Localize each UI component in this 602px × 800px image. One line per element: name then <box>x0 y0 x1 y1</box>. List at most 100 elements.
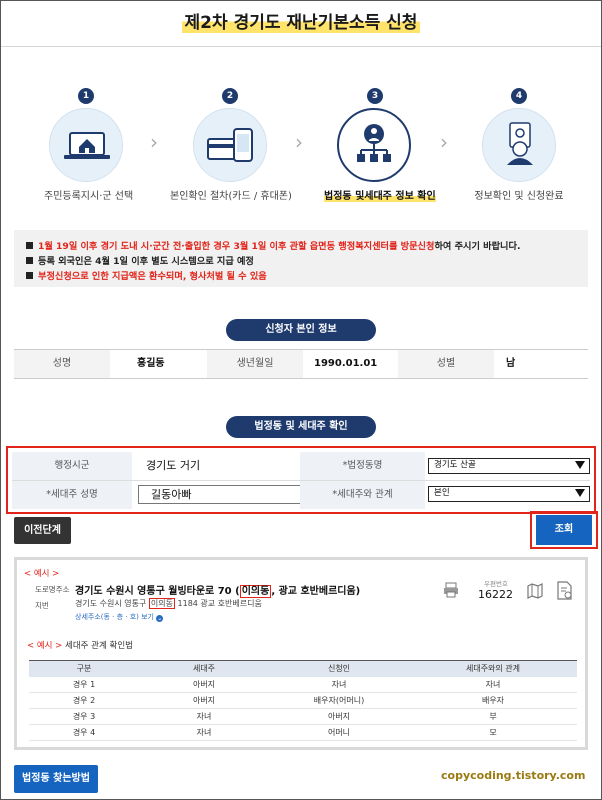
step-2-circle <box>193 108 267 182</box>
relation-table: 구분 세대주 신청인 세대주와의 관계 경우 1 아버지 자녀 자녀 경우 2 … <box>29 660 577 741</box>
table-cell: 자녀 <box>409 676 577 693</box>
road-address-highlight: 이의동 <box>239 585 272 598</box>
form-row-1: 행정시군 경기도 거기 *법정동명 경기도 산골 <box>12 452 590 481</box>
table-header: 세대주 <box>139 660 269 677</box>
card-phone-icon <box>207 128 253 162</box>
table-cell: 경우 4 <box>29 724 139 741</box>
name-label: 성명 <box>14 350 110 378</box>
applicant-section-title: 신청자 본인 정보 <box>226 319 376 341</box>
head-name-input[interactable]: 길동아빠 <box>138 485 301 504</box>
search-button-highlight: 조회 <box>530 511 598 549</box>
household-section-title: 법정동 및 세대주 확인 <box>226 416 376 438</box>
road-address-prefix: 경기도 수원시 영통구 월빙타운로 70 ( <box>75 586 240 597</box>
road-address-suffix: , 광교 호반베르디움) <box>271 586 361 597</box>
table-cell: 아버지 <box>269 708 409 725</box>
relation-select-value: 본인 <box>434 488 450 498</box>
birth-value: 1990.01.01 <box>314 358 378 369</box>
page-title: 제2차 경기도 재난기본소득 신청 <box>181 8 421 33</box>
head-name-label: *세대주 성명 <box>12 481 132 509</box>
jibun-suffix: 1184 광교 호반베르디움 <box>174 599 262 608</box>
jibun-prefix: 경기도 수원시 영통구 <box>75 599 149 608</box>
jibun-label: 지번 <box>35 601 49 610</box>
step-4-number: 4 <box>511 88 527 104</box>
table-cell: 아버지 <box>139 676 269 693</box>
table-cell: 모 <box>409 724 577 741</box>
form-row-2: *세대주 성명 길동아빠 *세대주와 관계 본인 <box>12 481 590 510</box>
printer-icon <box>443 582 459 601</box>
bullet-square-icon <box>26 272 33 279</box>
relation-guide-title: < 예시 > 세대주 관계 확인법 <box>27 639 133 651</box>
notice-line-2: 등록 외국인은 4월 1일 이후 별도 시스템으로 지급 예정 <box>26 254 576 269</box>
table-row: 경우 4 자녀 어머니 모 <box>29 724 577 741</box>
step-1-label: 주민등록지시·군 선택 <box>44 191 134 202</box>
dropdown-arrow-icon <box>575 461 585 469</box>
zip-code-value: 16222 <box>478 588 513 601</box>
table-cell: 경우 3 <box>29 708 139 725</box>
birth-label: 생년월일 <box>207 350 303 378</box>
step-3-circle <box>337 108 411 182</box>
step-1-number: 1 <box>78 88 94 104</box>
dong-label: *법정동명 <box>300 452 425 480</box>
header-divider <box>1 46 601 47</box>
search-button[interactable]: 조회 <box>536 515 592 545</box>
document-settings-icon <box>556 581 574 604</box>
step-2-label: 본인확인 절차(카드 / 휴대폰) <box>170 191 292 202</box>
district-value: 경기도 거기 <box>146 459 201 472</box>
relation-guide-tag: < 예시 > <box>27 641 63 651</box>
step-3-label: 법정동 및세대주 정보 확인 <box>324 187 436 202</box>
road-address-label: 도로명주소 <box>35 585 70 594</box>
table-cell: 자녀 <box>269 676 409 693</box>
dong-select[interactable]: 경기도 산골 <box>428 458 590 474</box>
district-label: 행정시군 <box>12 452 132 480</box>
table-row: 경우 1 아버지 자녀 자녀 <box>29 676 577 693</box>
gender-label: 성별 <box>398 350 494 378</box>
table-cell: 경우 2 <box>29 692 139 709</box>
prev-step-button[interactable]: 이전단계 <box>14 517 71 544</box>
step-3-number: 3 <box>367 88 383 104</box>
applicant-info-row: 성명 홍길동 생년월일 1990.01.01 성별 남 <box>14 349 588 379</box>
dropdown-arrow-icon <box>575 489 585 497</box>
watermark: copycoding.tistory.com <box>441 769 586 782</box>
relation-label: *세대주와 관계 <box>300 481 425 509</box>
step-1-circle <box>49 108 123 182</box>
step-2-number: 2 <box>222 88 238 104</box>
gender-value: 남 <box>506 358 516 369</box>
bullet-square-icon <box>26 242 33 249</box>
person-document-icon <box>507 122 533 165</box>
relation-select[interactable]: 본인 <box>428 486 590 502</box>
chevron-down-icon: ⌄ <box>156 615 164 622</box>
table-cell: 어머니 <box>269 724 409 741</box>
table-cell: 자녀 <box>139 724 269 741</box>
notice-line-3-text: 부정신청으로 인한 지급액은 환수되며, 형사처벌 될 수 있음 <box>38 271 267 282</box>
notice-line-1: 1월 19일 이후 경기 도내 시·군간 전·출입한 경우 3월 1일 이후 관… <box>26 239 576 254</box>
example-tag: < 예시 > <box>24 569 60 579</box>
map-icon <box>526 582 544 603</box>
example-panel: < 예시 > 도로명주소 경기도 수원시 영통구 월빙타운로 70 (이의동, … <box>14 557 588 750</box>
table-header-row: 구분 세대주 신청인 세대주와의 관계 <box>29 660 577 677</box>
jibun-address: 경기도 수원시 영통구 이의동 1184 광교 호반베르디움 <box>75 598 262 609</box>
table-cell: 부 <box>409 708 577 725</box>
step-4-label: 정보확인 및 신청완료 <box>474 191 564 202</box>
org-chart-person-icon <box>357 124 391 162</box>
relation-guide-text: 세대주 관계 확인법 <box>62 641 133 651</box>
table-cell: 경우 1 <box>29 676 139 693</box>
notice-box: 1월 19일 이후 경기 도내 시·군간 전·출입한 경우 3월 1일 이후 관… <box>14 230 588 287</box>
table-row: 경우 2 아버지 배우자(어머니) 배우자 <box>29 692 577 709</box>
table-cell: 아버지 <box>139 692 269 709</box>
road-address: 경기도 수원시 영통구 월빙타운로 70 (이의동, 광교 호반베르디움) <box>75 582 361 598</box>
find-dong-button[interactable]: 법정동 찾는방법 <box>14 765 98 793</box>
chevron-right-icon: › <box>440 130 448 154</box>
table-cell: 자녀 <box>139 708 269 725</box>
notice-line-1-dark: 하여 주시기 바랍니다. <box>434 241 521 252</box>
chevron-right-icon: › <box>150 130 158 154</box>
table-cell: 배우자 <box>409 692 577 709</box>
table-header: 신청인 <box>269 660 409 677</box>
detail-address-link[interactable]: 상세주소(동 · 층 · 호) 보기 ⌄ <box>75 612 164 622</box>
table-cell: 배우자(어머니) <box>269 692 409 709</box>
jibun-highlight: 이의동 <box>148 598 175 609</box>
table-row: 경우 3 자녀 아버지 부 <box>29 708 577 725</box>
step-4-circle <box>482 108 556 182</box>
notice-line-1-red: 1월 19일 이후 경기 도내 시·군간 전·출입한 경우 3월 1일 이후 관… <box>38 241 435 252</box>
notice-line-2-text: 등록 외국인은 4월 1일 이후 별도 시스템으로 지급 예정 <box>38 256 254 267</box>
page-header: 제2차 경기도 재난기본소득 신청 <box>0 8 602 33</box>
